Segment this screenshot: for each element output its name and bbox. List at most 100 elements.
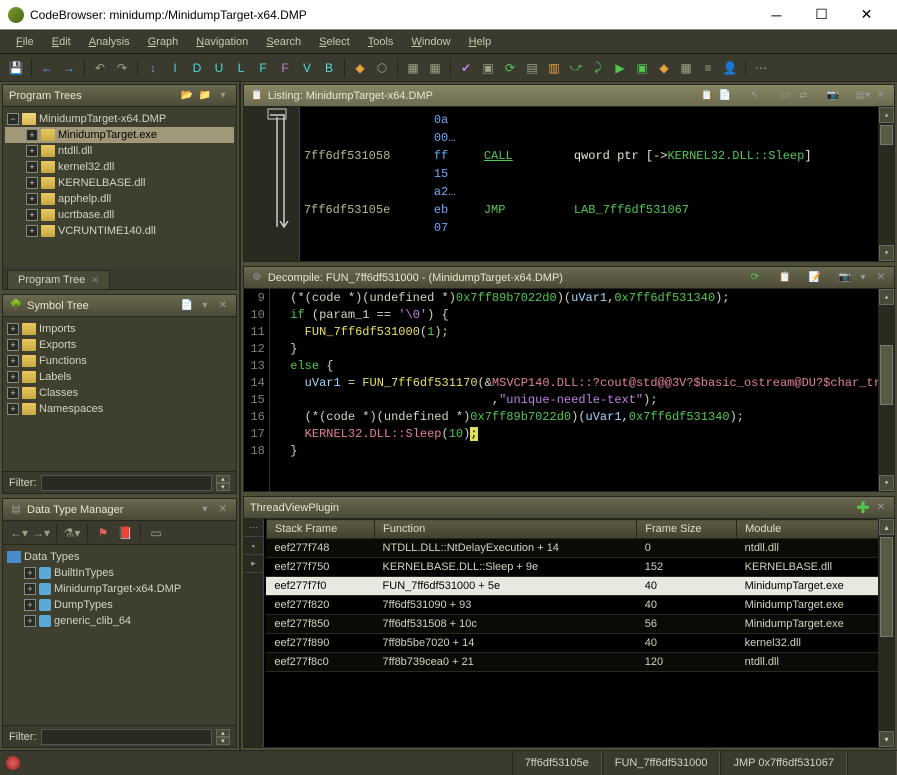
table-row[interactable]: eef277f8207ff6df531090 + 9340MinidumpTar… — [266, 596, 893, 615]
listing-row[interactable]: a2… — [304, 183, 894, 201]
db-icon[interactable]: ▤ — [522, 58, 542, 78]
tv-ptr-icon[interactable]: ▸ — [244, 555, 263, 573]
panel-menu-icon[interactable]: ▾ — [198, 299, 212, 313]
code-line[interactable]: else { — [276, 359, 888, 376]
code-line[interactable]: KERNEL32.DLL::Sleep(10); — [276, 427, 888, 444]
dtm-book-icon[interactable]: 📕 — [115, 523, 135, 543]
dtm-collapse-icon[interactable]: ▭ — [146, 523, 166, 543]
tree-item[interactable]: +Namespaces — [5, 401, 234, 417]
mark-b-icon[interactable]: B — [319, 58, 339, 78]
cfg2-icon[interactable]: ▦ — [425, 58, 445, 78]
code-line[interactable]: (*(code *)(undefined *)0x7ff89b7022d0)(u… — [276, 291, 888, 308]
fields-icon[interactable]: ▭ — [778, 89, 792, 103]
code-line[interactable]: } — [276, 342, 888, 359]
tree-root[interactable]: Data Types — [5, 549, 234, 565]
list-menu-icon[interactable]: ▤▾ — [856, 89, 870, 103]
menu-select[interactable]: Select — [311, 33, 358, 51]
tree-item[interactable]: +MinidumpTarget-x64.DMP — [5, 581, 234, 597]
dtm-filter-icon[interactable]: ⚗▾ — [62, 523, 82, 543]
copy-icon[interactable]: 📋 — [700, 89, 714, 103]
tree-item[interactable]: +VCRUNTIME140.dll — [5, 223, 234, 239]
run-icon[interactable]: ▶ — [610, 58, 630, 78]
step-over-icon[interactable]: ⤻ — [566, 58, 586, 78]
tv-up-icon[interactable]: ⋯ — [244, 519, 263, 537]
dtm-back-icon[interactable]: ←▾ — [9, 523, 29, 543]
menu-search[interactable]: Search — [258, 33, 309, 51]
filter-down-icon[interactable]: ▾ — [216, 483, 230, 491]
table-row[interactable]: eef277f748NTDLL.DLL::NtDelayExecution + … — [266, 539, 893, 558]
table-row[interactable]: eef277f750KERNELBASE.DLL::Sleep + 9e152K… — [266, 558, 893, 577]
symbol-filter-input[interactable] — [41, 475, 212, 491]
continue-icon[interactable]: ▣ — [632, 58, 652, 78]
code-line[interactable]: uVar1 = FUN_7ff6df531170(&MSVCP140.DLL::… — [276, 376, 888, 393]
table-header[interactable]: Frame Size — [637, 520, 737, 539]
menu-tools[interactable]: Tools — [360, 33, 402, 51]
table-row[interactable]: eef277f8907ff8b5be7020 + 1440kernel32.dl… — [266, 634, 893, 653]
panel-close-icon[interactable]: ✕ — [216, 503, 230, 517]
mark-f-icon[interactable]: F — [253, 58, 273, 78]
code-line[interactable]: } — [276, 444, 888, 461]
menu-navigation[interactable]: Navigation — [188, 33, 256, 51]
save-icon[interactable]: 💾 — [6, 58, 26, 78]
more-icon[interactable]: ⋯ — [751, 58, 771, 78]
cfg1-icon[interactable]: ▦ — [403, 58, 423, 78]
listing-view[interactable]: 0a00…7ff6df531058ffCALLqword ptr [->KERN… — [244, 107, 894, 261]
listing-scrollbar[interactable]: ▴ ▾ — [878, 107, 894, 261]
script1-icon[interactable]: ▣ — [478, 58, 498, 78]
refresh-icon[interactable]: ⟳ — [500, 58, 520, 78]
menu-help[interactable]: Help — [461, 33, 500, 51]
close-tab-icon[interactable]: ✕ — [91, 275, 99, 286]
code-line[interactable]: FUN_7ff6df531000(1); — [276, 325, 888, 342]
open-folder-icon[interactable]: 📁 — [198, 89, 212, 103]
mark-f2-icon[interactable]: F — [275, 58, 295, 78]
minimize-button[interactable]: ─ — [754, 1, 799, 29]
snapshot-icon[interactable]: 📷 — [826, 89, 840, 103]
listing-row[interactable]: 0a — [304, 111, 894, 129]
redo-icon[interactable]: ↷ — [112, 58, 132, 78]
panel-close-icon[interactable]: ✕ — [874, 271, 888, 285]
forward-icon[interactable]: → — [59, 58, 79, 78]
code-line[interactable]: ,"unique-needle-text"); — [276, 393, 888, 410]
menu-edit[interactable]: Edit — [44, 33, 79, 51]
tree-item[interactable]: +kernel32.dll — [5, 159, 234, 175]
back-icon[interactable]: ← — [37, 58, 57, 78]
mark-l-icon[interactable]: L — [231, 58, 251, 78]
diff-icon[interactable]: ⇄ — [796, 89, 810, 103]
tab-program-tree[interactable]: Program Tree ✕ — [7, 270, 110, 289]
tag-icon[interactable]: ◆ — [350, 58, 370, 78]
threads-icon[interactable]: 👤 — [720, 58, 740, 78]
table-row[interactable]: eef277f8507ff6df531508 + 10c56MinidumpTa… — [266, 615, 893, 634]
decompile-scrollbar[interactable]: ▴ ▾ — [878, 289, 894, 491]
table-header[interactable]: Stack Frame — [266, 520, 374, 539]
table-row[interactable]: eef277f7f0FUN_7ff6df531000 + 5e40Minidum… — [266, 577, 893, 596]
mark-u-icon[interactable]: U — [209, 58, 229, 78]
filter-up-icon[interactable]: ▴ — [216, 729, 230, 737]
listing-row[interactable]: 7ff6df531058ffCALLqword ptr [->KERNEL32.… — [304, 147, 894, 165]
dtm-fwd-icon[interactable]: →▾ — [31, 523, 51, 543]
listing-row[interactable]: 00… — [304, 129, 894, 147]
threadview-table[interactable]: Stack FrameFunctionFrame SizeModule eef2… — [266, 519, 894, 672]
listing-row[interactable]: 07 — [304, 219, 894, 237]
tree-item[interactable]: +Imports — [5, 321, 234, 337]
panel-close-icon[interactable]: ✕ — [874, 89, 888, 103]
panel-close-icon[interactable]: ✕ — [216, 299, 230, 313]
cursor-icon[interactable]: ↖ — [748, 89, 762, 103]
tree-item[interactable]: +Exports — [5, 337, 234, 353]
tree-item[interactable]: +apphelp.dll — [5, 191, 234, 207]
graph-icon[interactable]: ⬡ — [372, 58, 392, 78]
snapshot-icon[interactable]: 📷 — [838, 271, 852, 285]
filter-down-icon[interactable]: ▾ — [216, 737, 230, 745]
panel-menu-icon[interactable]: ▾ — [856, 271, 870, 285]
tree-item[interactable]: +Classes — [5, 385, 234, 401]
filter-up-icon[interactable]: ▴ — [216, 475, 230, 483]
tree-item[interactable]: +ucrtbase.dll — [5, 207, 234, 223]
code-line[interactable]: if (param_1 == '\0') { — [276, 308, 888, 325]
panel-menu-icon[interactable]: ▾ — [198, 503, 212, 517]
dtm-filter-input[interactable] — [41, 729, 212, 745]
tv-mid-icon[interactable]: ▪ — [244, 537, 263, 555]
listing-row[interactable]: 15 — [304, 165, 894, 183]
maximize-button[interactable]: ☐ — [799, 1, 844, 29]
listing-row[interactable]: 7ff6df53105eebJMPLAB_7ff6df531067 — [304, 201, 894, 219]
step-into-icon[interactable]: ⤸ — [588, 58, 608, 78]
menu-window[interactable]: Window — [403, 33, 458, 51]
